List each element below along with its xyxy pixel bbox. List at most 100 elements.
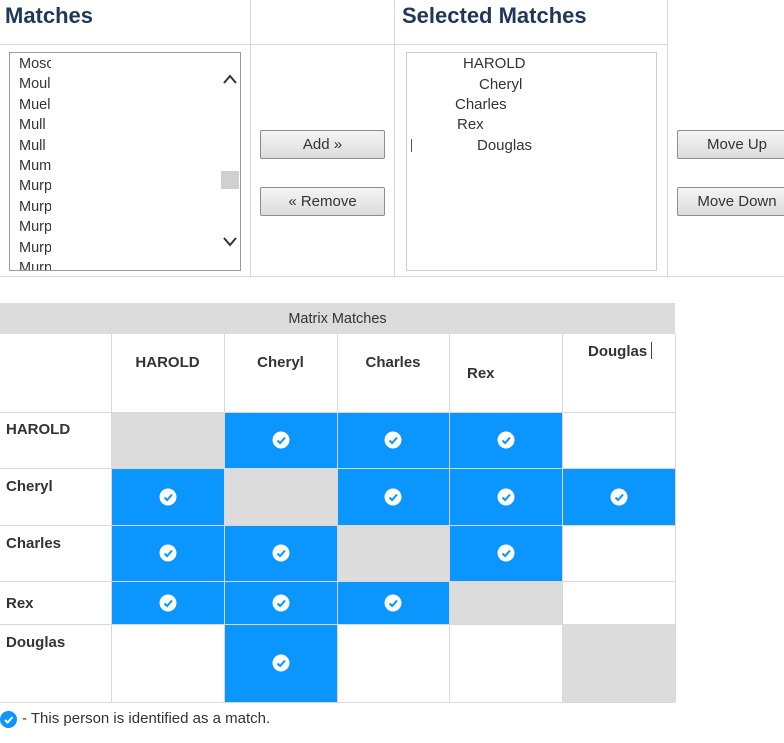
column-header-cheryl: Cheryl bbox=[257, 354, 304, 371]
selected-item[interactable]: Douglas bbox=[477, 137, 532, 154]
matrix-cell-douglas-rex[interactable] bbox=[449, 624, 562, 702]
grid-line bbox=[224, 334, 225, 702]
matrix-cell-charles-harold[interactable] bbox=[111, 525, 224, 581]
matrix-cell-rex-harold[interactable] bbox=[111, 581, 224, 624]
selected-item[interactable]: Cheryl bbox=[479, 76, 522, 93]
grid-line bbox=[0, 702, 675, 703]
match-check-icon bbox=[272, 654, 289, 672]
matrix-cell-cheryl-cheryl bbox=[224, 468, 337, 525]
matches-list-item[interactable]: Murp bbox=[10, 258, 51, 270]
grid-line bbox=[449, 334, 450, 702]
text-cursor bbox=[411, 139, 412, 152]
matrix-cell-cheryl-charles[interactable] bbox=[337, 468, 449, 525]
legend-text: - This person is identified as a match. bbox=[22, 710, 271, 727]
move-down-button[interactable]: Move Down bbox=[677, 187, 784, 216]
matches-list-item[interactable]: Murp bbox=[10, 217, 51, 237]
matrix-title: Matrix Matches bbox=[0, 303, 675, 334]
grid-line bbox=[111, 334, 112, 702]
row-header-douglas: Douglas bbox=[6, 634, 66, 651]
matrix-cell-harold-rex[interactable] bbox=[449, 412, 562, 468]
row-header-rex: Rex bbox=[6, 595, 34, 612]
matrix-cell-douglas-harold[interactable] bbox=[111, 624, 224, 702]
selected-item[interactable]: Charles bbox=[455, 96, 507, 113]
match-check-icon bbox=[159, 488, 176, 505]
grid-line bbox=[0, 624, 675, 625]
matrix-cell-douglas-cheryl[interactable] bbox=[224, 624, 337, 702]
match-check-icon bbox=[384, 488, 402, 505]
move-up-button[interactable]: Move Up bbox=[677, 130, 784, 159]
row-header-charles: Charles bbox=[6, 535, 62, 552]
matches-listbox[interactable]: Mosc Moul Muel Mull Mull Mum Murp Murp Murp Murp M… bbox=[9, 52, 241, 271]
match-check-icon bbox=[159, 544, 176, 562]
matrix-cell-charles-charles bbox=[337, 525, 449, 581]
matches-list-item[interactable]: Murp bbox=[10, 238, 51, 258]
grid-line bbox=[0, 525, 675, 526]
row-header-cheryl: Cheryl bbox=[6, 478, 53, 495]
matches-list-item[interactable]: Mull bbox=[10, 136, 51, 156]
match-check-icon bbox=[497, 488, 514, 505]
matrix-cell-charles-douglas[interactable] bbox=[562, 525, 675, 581]
add-button[interactable]: Add » bbox=[260, 130, 385, 159]
match-check-icon bbox=[159, 594, 176, 611]
column-header-douglas: Douglas bbox=[588, 343, 648, 360]
matrix-cell-rex-charles[interactable] bbox=[337, 581, 449, 624]
selected-item[interactable]: Rex bbox=[457, 116, 484, 133]
matrix-cell-rex-douglas[interactable] bbox=[562, 581, 675, 624]
match-check-icon bbox=[384, 431, 402, 449]
matches-heading: Matches bbox=[5, 3, 94, 28]
grid-line bbox=[0, 468, 675, 469]
match-check-icon bbox=[272, 431, 289, 449]
selected-matches-listbox[interactable]: HAROLD Cheryl Charles Rex Douglas bbox=[406, 52, 657, 271]
matrix-cell-charles-cheryl[interactable] bbox=[224, 525, 337, 581]
match-check-icon bbox=[384, 594, 402, 611]
matrix-cell-cheryl-harold[interactable] bbox=[111, 468, 224, 525]
divider bbox=[250, 0, 251, 277]
remove-button[interactable]: « Remove bbox=[260, 187, 385, 216]
match-check-icon bbox=[497, 544, 514, 562]
matrix-cell-cheryl-douglas[interactable] bbox=[562, 468, 675, 525]
matches-list-item[interactable]: Moul bbox=[10, 74, 51, 94]
grid-line bbox=[0, 581, 675, 582]
divider bbox=[0, 44, 667, 45]
grid-line bbox=[337, 334, 338, 702]
chevron-up-icon[interactable] bbox=[223, 73, 237, 85]
chevron-down-icon[interactable] bbox=[223, 236, 237, 248]
matrix-cell-rex-rex bbox=[449, 581, 562, 624]
matrix-cell-harold-charles[interactable] bbox=[337, 412, 449, 468]
matches-list: Mosc Moul Muel Mull Mull Mum Murp Murp Murp Murp M… bbox=[10, 54, 51, 270]
column-header-rex: Rex bbox=[467, 365, 495, 382]
match-check-icon bbox=[610, 488, 627, 505]
scroll-thumb[interactable] bbox=[221, 171, 239, 189]
matches-list-item[interactable]: Murp bbox=[10, 176, 51, 196]
matrix-cell-rex-cheryl[interactable] bbox=[224, 581, 337, 624]
match-check-icon bbox=[497, 431, 514, 449]
matrix-cell-cheryl-rex[interactable] bbox=[449, 468, 562, 525]
matches-list-item[interactable]: Mosc bbox=[10, 54, 51, 74]
divider bbox=[667, 0, 668, 277]
grid-line bbox=[0, 412, 675, 413]
matches-list-item[interactable]: Mum bbox=[10, 156, 51, 176]
match-check-icon bbox=[0, 711, 17, 728]
grid-line bbox=[675, 334, 676, 702]
matches-list-item[interactable]: Muel bbox=[10, 95, 51, 115]
matrix-cell-harold-harold bbox=[111, 412, 224, 468]
matches-list-item[interactable]: Mull bbox=[10, 115, 51, 135]
grid-line bbox=[562, 334, 563, 702]
matrix-cell-charles-rex[interactable] bbox=[449, 525, 562, 581]
matrix-cell-douglas-douglas bbox=[562, 624, 675, 702]
text-cursor bbox=[651, 342, 652, 359]
column-header-harold: HAROLD bbox=[135, 354, 200, 371]
matrix-cell-harold-cheryl[interactable] bbox=[224, 412, 337, 468]
matrix-cell-harold-douglas[interactable] bbox=[562, 412, 675, 468]
matrix-cell-douglas-charles[interactable] bbox=[337, 624, 449, 702]
selected-matches-heading: Selected Matches bbox=[402, 3, 587, 28]
row-header-harold: HAROLD bbox=[6, 421, 71, 438]
divider bbox=[0, 276, 784, 277]
match-check-icon bbox=[272, 544, 289, 562]
divider bbox=[394, 0, 395, 277]
match-check-icon bbox=[272, 594, 289, 611]
column-header-charles: Charles bbox=[365, 354, 421, 371]
selected-item[interactable]: HAROLD bbox=[463, 55, 526, 72]
matches-list-item[interactable]: Murp bbox=[10, 197, 51, 217]
listbox-scrollbar[interactable] bbox=[220, 53, 240, 270]
